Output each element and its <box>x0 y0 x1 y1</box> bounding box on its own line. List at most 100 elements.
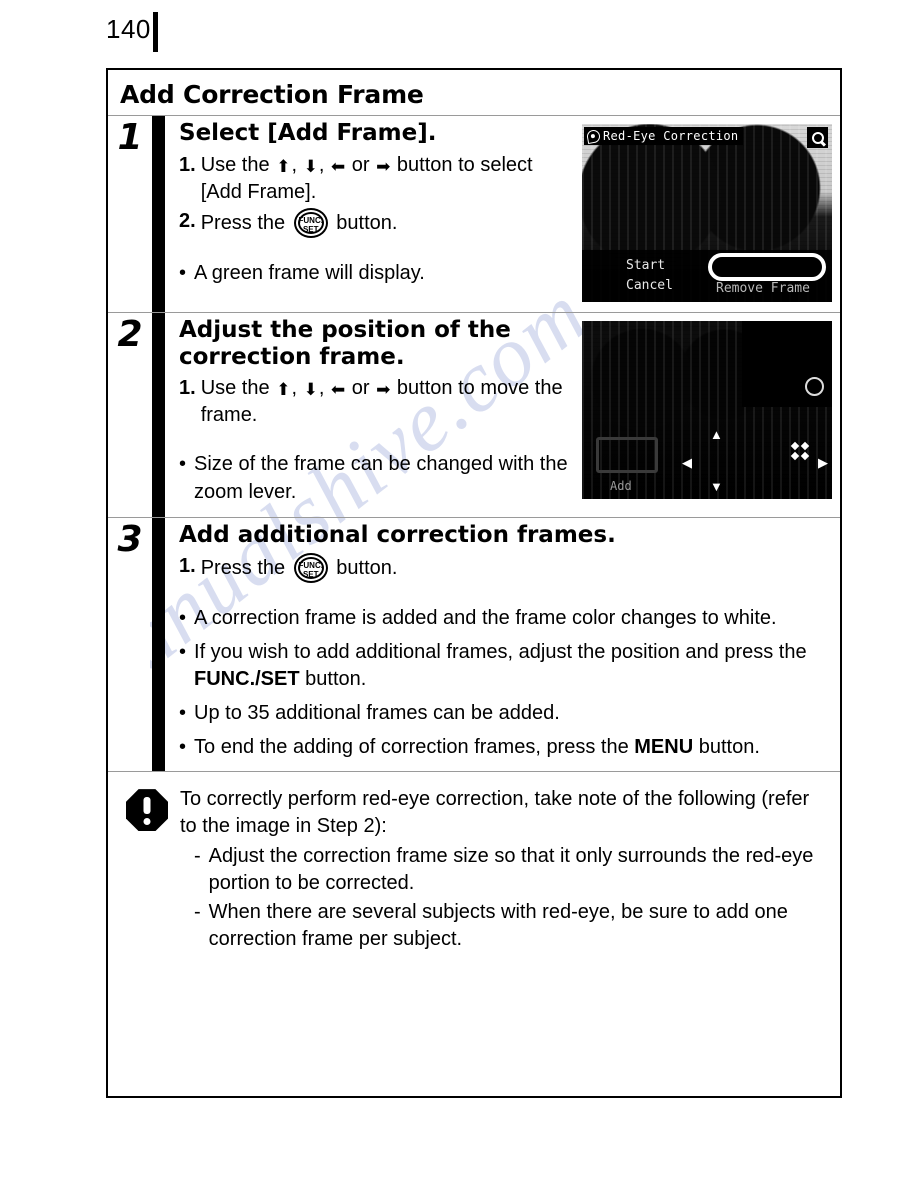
comma-4: , <box>318 377 325 400</box>
comma-2: , <box>318 153 325 176</box>
step-3-bullet-2: • If you wish to add additional frames, … <box>179 639 832 694</box>
step-1-item-1-marker: 1. <box>179 153 196 176</box>
arrow-up-icon: ⬆ <box>276 156 291 176</box>
step-3-item-1: 1. Press the FUNC. SET button. <box>179 553 832 584</box>
pad-dot-3 <box>790 451 800 461</box>
step-2-lcd-screenshot: Add ▲ ▼ ◀ ▶ <box>582 321 832 499</box>
func-set-line-2: SET <box>302 570 319 580</box>
arrow-down-icon: ⬇ <box>303 380 318 400</box>
step-3-bullet-1: • A correction frame is added and the fr… <box>179 605 832 633</box>
step-3: 3 Add additional correction frames. 1. P… <box>108 516 840 772</box>
arrow-left-icon: ⬅ <box>330 380 346 400</box>
arrow-right-icon: ➡ <box>376 380 391 400</box>
step-3-bullet-1-text: A correction frame is added and the fram… <box>194 607 777 630</box>
step-1-title: Select [Add Frame]. <box>179 120 437 146</box>
lcd-title-text: Red-Eye Correction <box>603 129 739 143</box>
step-2-bar <box>152 313 165 517</box>
caution-note: To correctly perform red-eye correction,… <box>108 771 840 963</box>
step-2-bullet-1: • Size of the frame can be changed with … <box>179 451 576 506</box>
pad-dot-2 <box>800 441 810 451</box>
dash-marker: - <box>194 845 201 868</box>
step-1-lcd-screenshot: Red-Eye Correction Start Cancel Remove F… <box>582 124 832 302</box>
section-heading: Add Correction Frame <box>120 80 424 109</box>
caution-note-item-2: - When there are several subjects with r… <box>180 899 826 953</box>
red-eye-icon <box>585 128 602 144</box>
step-3-bullet-4: • To end the adding of correction frames… <box>179 734 832 762</box>
or-word-2: or <box>351 377 370 400</box>
pad-dot-4 <box>800 451 810 461</box>
step-1-item-2-marker: 2. <box>179 209 196 232</box>
caution-exclamation-bar <box>143 797 151 815</box>
lcd-option-remove-frame[interactable]: Remove Frame <box>716 280 810 298</box>
step-2-number: 2 <box>117 314 143 355</box>
step-3-bullet-4-text: To end the adding of correction frames, … <box>194 735 760 758</box>
magnifier-lens <box>811 131 824 144</box>
arrow-up-icon: ⬆ <box>276 380 291 400</box>
caution-exclamation-dot <box>143 818 151 826</box>
step-3-item-1-text-after: button. <box>336 557 398 580</box>
step-2-bullet-1-text: Size of the frame can be changed with th… <box>194 453 568 503</box>
bullet-dot: • <box>179 453 187 476</box>
step-2-title: Adjust the position of the correction fr… <box>179 317 511 370</box>
arrow-right-icon: ➡ <box>376 156 391 176</box>
content-box: Add Correction Frame 1 Select [Add Frame… <box>106 68 842 1098</box>
step-2: 2 Adjust the position of the correction … <box>108 312 840 517</box>
func-set-line-1: FUNC. <box>298 215 323 225</box>
func-set-button-icon: FUNC. SET <box>293 553 328 584</box>
magnifier-icon <box>807 127 828 148</box>
step-2-item-1-text-before: Use the <box>200 377 270 400</box>
step-2-item-1-marker: 1. <box>179 377 196 400</box>
pad-dot-1 <box>790 441 800 451</box>
page-number-bar <box>152 12 158 52</box>
bullet-dot: • <box>179 607 187 630</box>
step-1-bullet-1: • A green frame will display. <box>179 260 576 288</box>
bullet-dot: • <box>179 640 187 663</box>
lcd-option-start[interactable]: Start <box>626 256 673 276</box>
lcd-title-bar: Red-Eye Correction <box>584 127 744 145</box>
lcd-ring-icon <box>805 377 824 396</box>
arrow-left-icon: ⬅ <box>330 156 346 176</box>
step-3-item-1-text-before: Press the <box>200 557 286 580</box>
step-3-item-1-marker: 1. <box>179 555 196 578</box>
step-1-number: 1 <box>117 117 143 158</box>
caution-note-item-1-text: Adjust the correction frame size so that… <box>208 845 814 895</box>
lcd-nav-up-icon: ▲ <box>710 427 723 442</box>
step-3-bullet-2-text: If you wish to add additional frames, ad… <box>194 640 807 691</box>
lcd-nav-left-icon: ◀ <box>682 455 692 470</box>
dash-marker: - <box>194 901 201 924</box>
step-1: 1 Select [Add Frame]. 1. Use the ⬆, ⬇, ⬅… <box>108 115 840 312</box>
lcd-option-cancel[interactable]: Cancel <box>626 276 673 296</box>
caution-note-item-1: - Adjust the correction frame size so th… <box>180 843 826 897</box>
bullet-dot: • <box>179 735 187 758</box>
lcd-nav-right-icon: ▶ <box>818 455 828 470</box>
func-set-line-1: FUNC. <box>298 561 323 571</box>
or-word-1: or <box>351 153 370 176</box>
lcd-add-label: Add <box>610 479 632 493</box>
correction-frame-indicator <box>596 437 658 473</box>
step-1-item-2: 2. Press the FUNC. SET button. <box>179 207 576 238</box>
step-1-item-2-text-before: Press the <box>200 211 286 234</box>
page-number: 140 <box>106 12 158 52</box>
step-1-item-1-text-before: Use the <box>200 153 270 176</box>
lcd-nav-down-icon: ▼ <box>710 479 723 494</box>
step-3-number: 3 <box>117 518 143 560</box>
lcd-option-add-frame-selected[interactable] <box>708 253 826 281</box>
page-number-value: 140 <box>106 14 151 44</box>
step-3-bullet-3-text: Up to 35 additional frames can be added. <box>194 701 560 724</box>
func-set-button-icon: FUNC. SET <box>293 207 328 238</box>
caution-note-item-2-text: When there are several subjects with red… <box>208 901 788 951</box>
comma-3: , <box>291 377 297 400</box>
caution-icon <box>126 789 168 832</box>
caution-note-lead: To correctly perform red-eye correction,… <box>180 788 810 838</box>
step-1-item-2-text-after: button. <box>336 211 398 234</box>
step-3-title: Add additional correction frames. <box>179 521 616 548</box>
arrow-down-icon: ⬇ <box>303 156 318 176</box>
step-2-item-1: 1. Use the ⬆, ⬇, ⬅ or ➡ button to move t… <box>179 375 576 429</box>
step-3-bar <box>152 517 165 772</box>
bullet-dot: • <box>179 261 187 284</box>
bullet-dot: • <box>179 701 187 724</box>
func-set-line-2: SET <box>302 224 319 234</box>
